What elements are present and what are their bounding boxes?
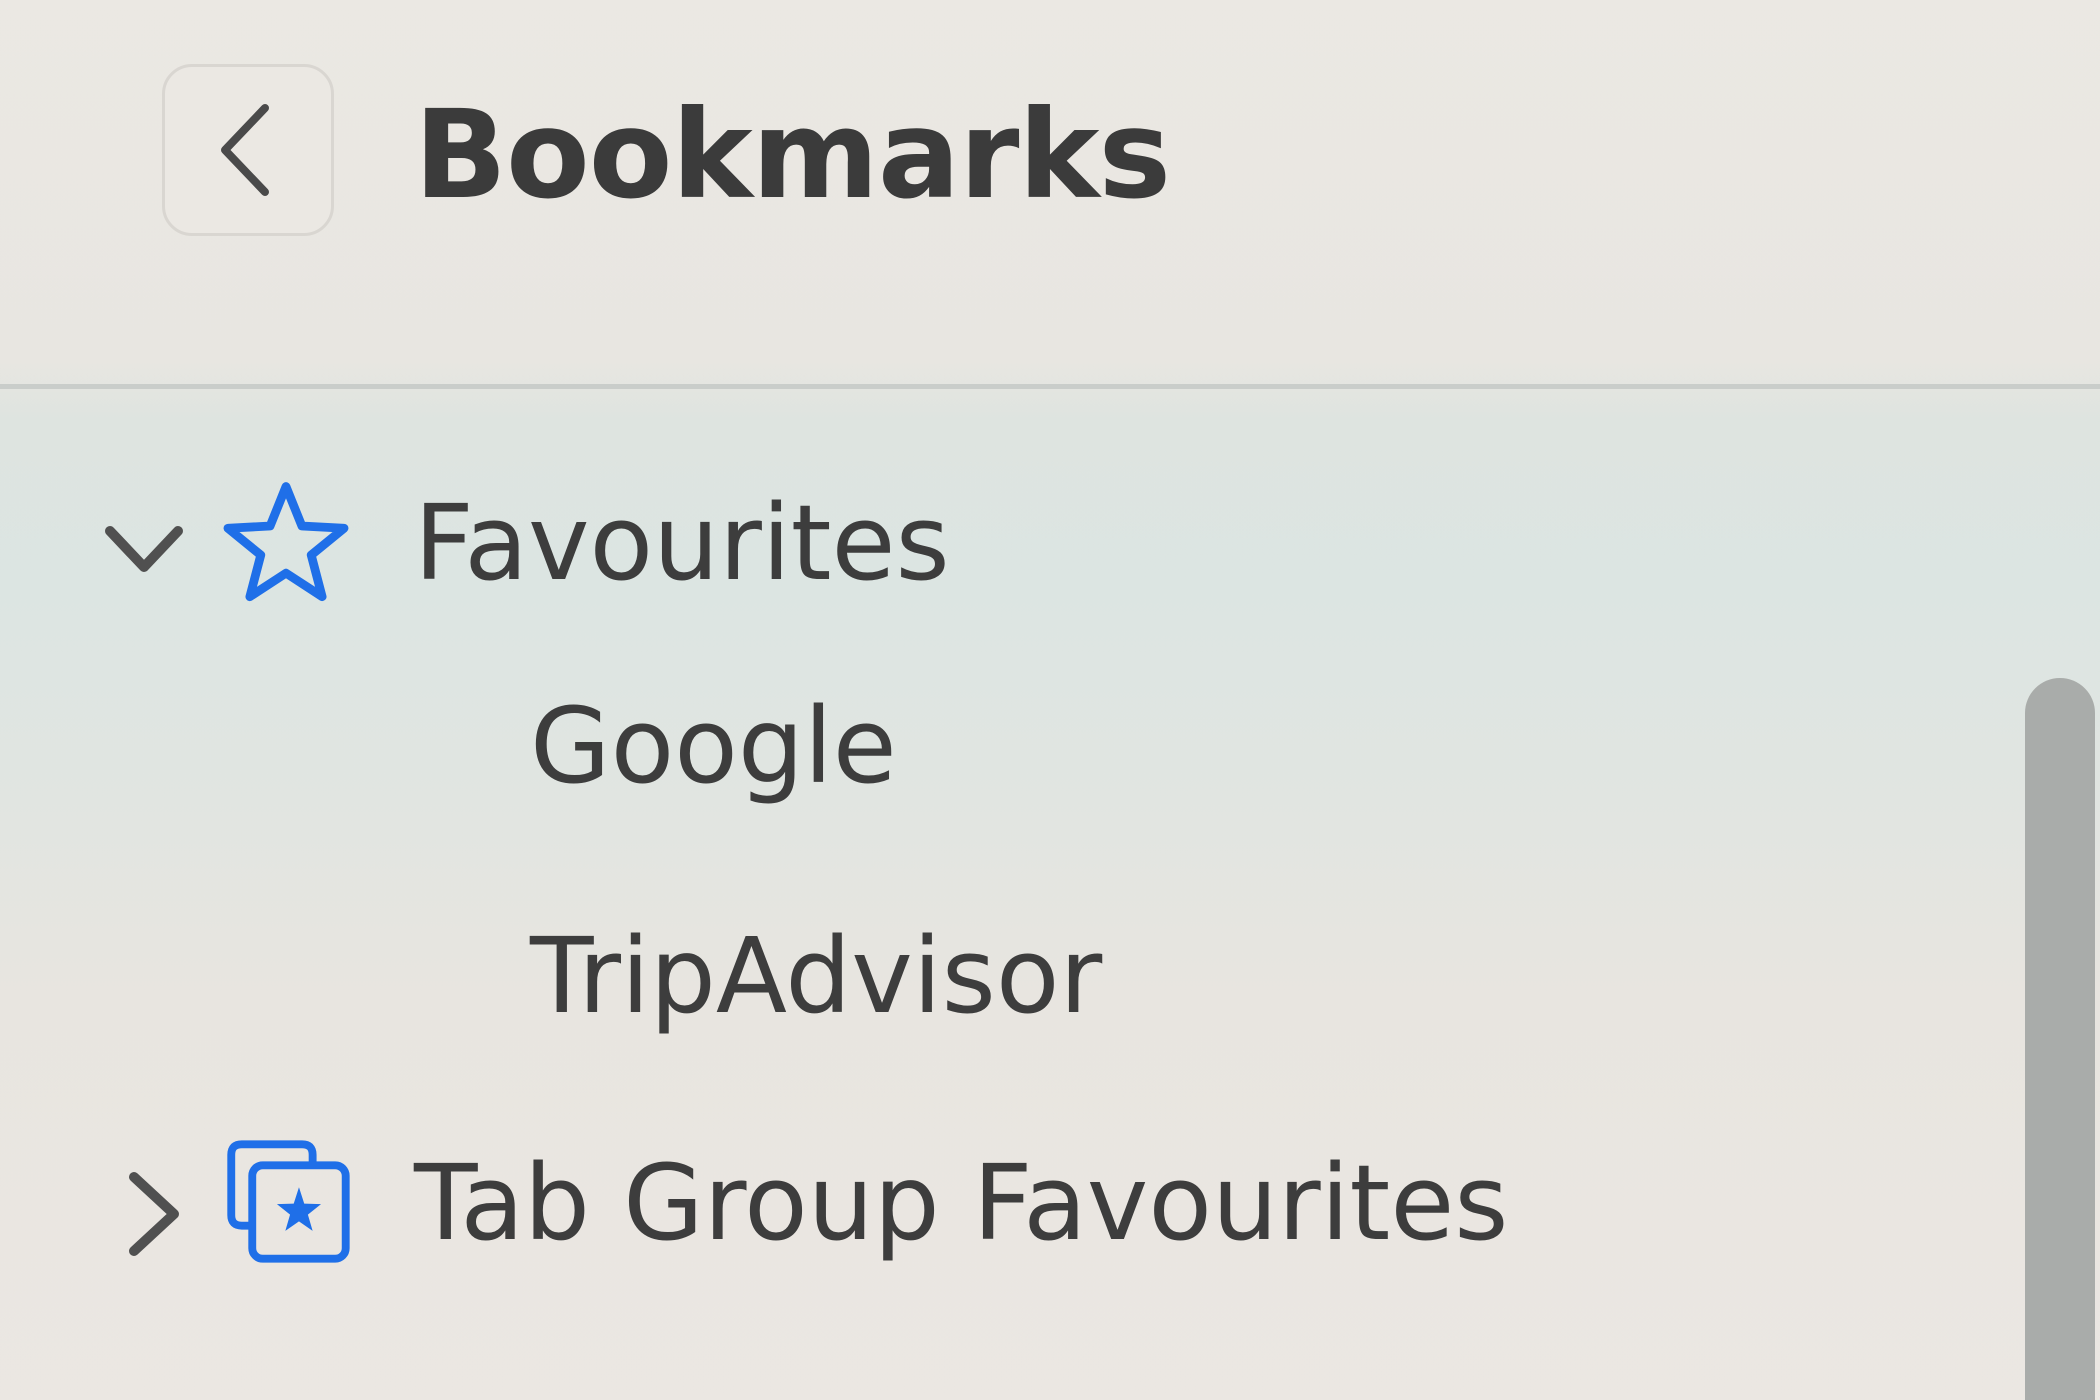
tab-group-star-icon: [227, 1140, 350, 1263]
bookmark-item-google[interactable]: Google: [0, 656, 2000, 856]
bookmark-folder-label: Tab Group Favourites: [414, 1142, 1509, 1264]
header: Bookmarks: [0, 0, 2100, 386]
star-icon: [223, 482, 349, 602]
chevron-right-icon[interactable]: [124, 1169, 184, 1259]
bookmarks-tree: Favourites Google TripAdvisor Tab Group …: [0, 389, 2000, 1400]
back-button[interactable]: [162, 64, 334, 236]
bookmark-item-label: TripAdvisor: [530, 915, 1103, 1037]
chevron-down-icon[interactable]: [104, 523, 184, 583]
page-title: Bookmarks: [414, 84, 1171, 226]
bookmark-item-label: Google: [530, 685, 897, 807]
chevron-left-icon: [221, 104, 269, 196]
bookmark-folder-favourites[interactable]: Favourites: [0, 427, 2000, 627]
bookmark-folder-label: Favourites: [414, 482, 950, 604]
scrollbar-thumb[interactable]: [2025, 678, 2095, 1400]
bookmark-item-tripadvisor[interactable]: TripAdvisor: [0, 886, 2000, 1086]
bookmark-folder-tab-group-favourites[interactable]: Tab Group Favourites: [0, 1113, 2000, 1313]
